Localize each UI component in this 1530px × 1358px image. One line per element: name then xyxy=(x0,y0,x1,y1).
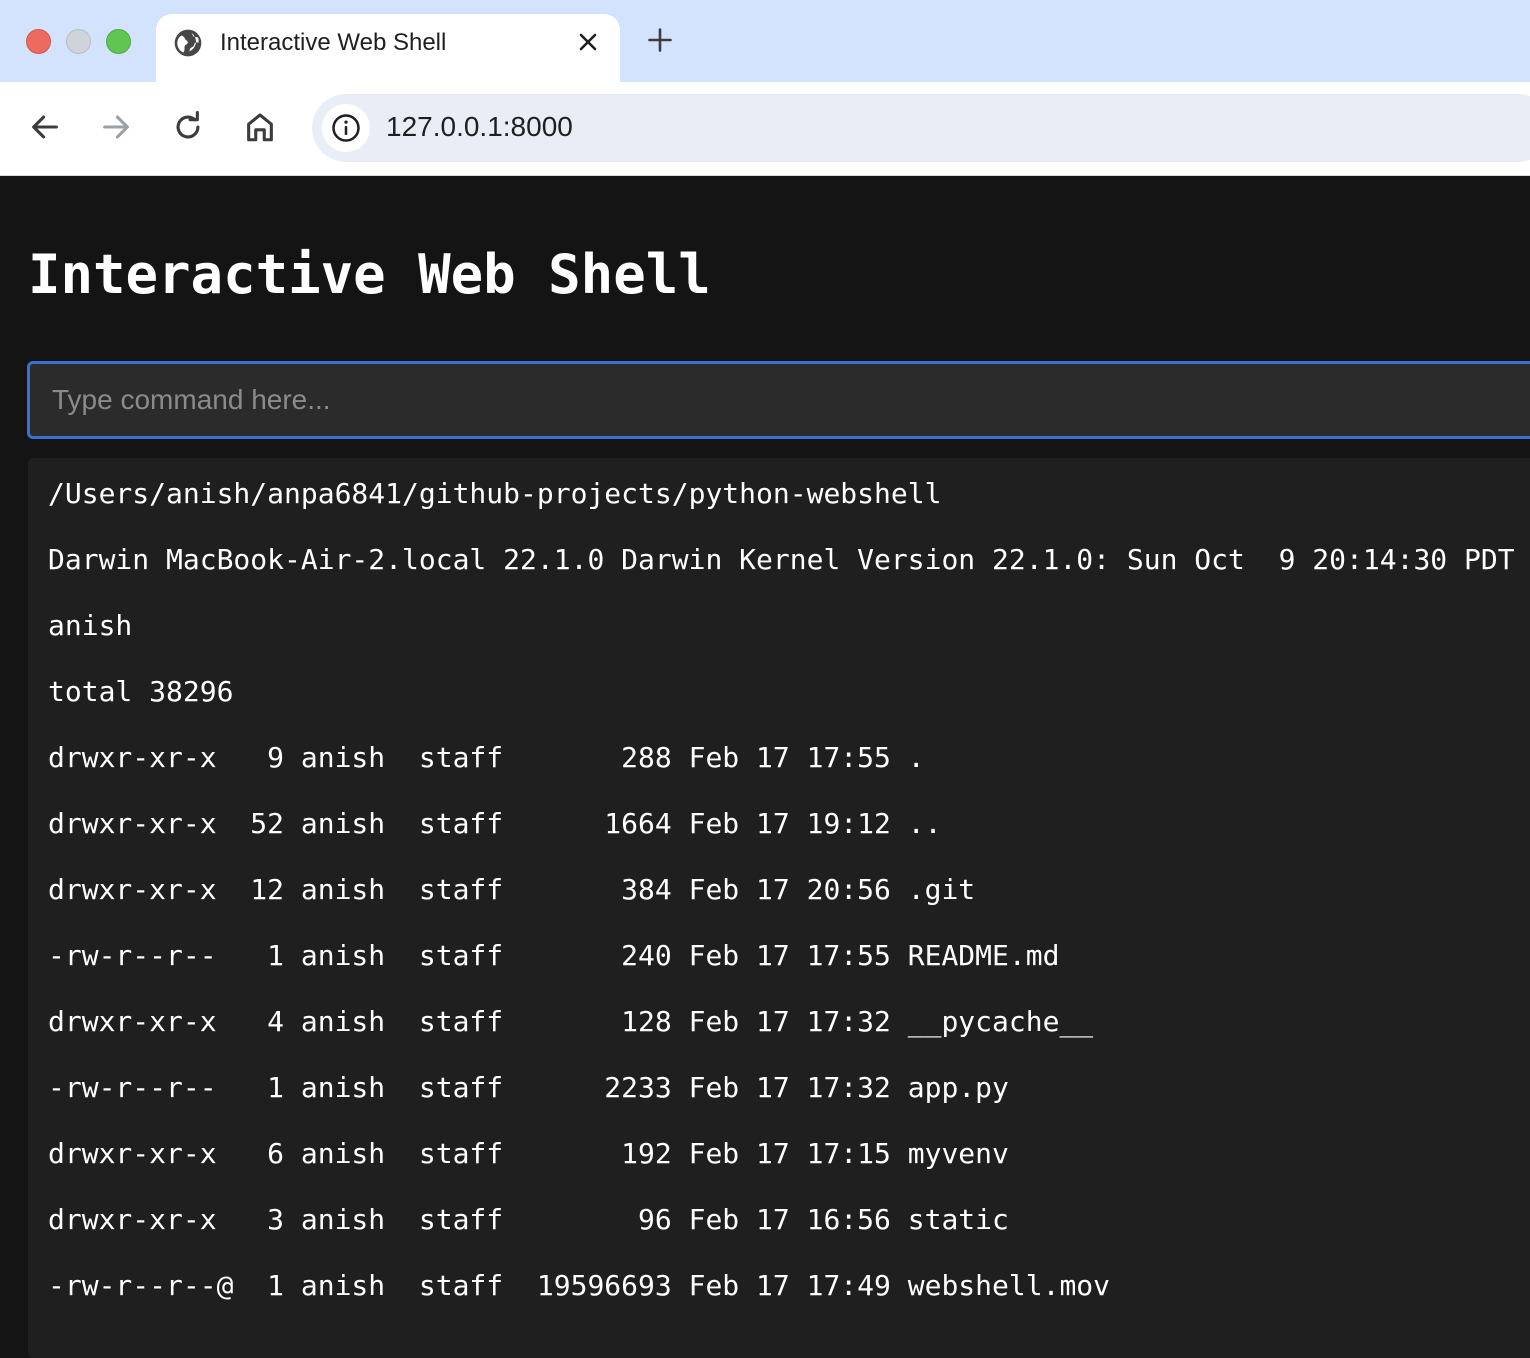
output-line: drwxr-xr-x 4 anish staff 128 Feb 17 17:3… xyxy=(48,1005,1094,1038)
new-tab-icon[interactable] xyxy=(646,26,674,54)
output-line: Darwin MacBook-Air-2.local 22.1.0 Darwin… xyxy=(48,543,1515,576)
globe-icon xyxy=(174,29,202,57)
output-line: -rw-r--r-- 1 anish staff 240 Feb 17 17:5… xyxy=(48,939,1060,972)
tab-strip: Interactive Web Shell xyxy=(0,0,1530,84)
output-line: anish xyxy=(48,609,133,642)
close-icon[interactable] xyxy=(576,30,600,54)
reload-icon[interactable] xyxy=(171,110,205,144)
site-info-button[interactable] xyxy=(322,104,370,152)
web-shell-page: Interactive Web Shell /Users/anish/anpa6… xyxy=(0,177,1530,1358)
window-zoom-button[interactable] xyxy=(106,29,131,54)
back-arrow-icon[interactable] xyxy=(28,110,62,144)
output-line: /Users/anish/anpa6841/github-projects/py… xyxy=(48,477,942,510)
output-line: drwxr-xr-x 12 anish staff 384 Feb 17 20:… xyxy=(48,873,976,906)
output-line: drwxr-xr-x 6 anish staff 192 Feb 17 17:1… xyxy=(48,1137,1009,1170)
browser-tab[interactable]: Interactive Web Shell xyxy=(156,14,620,84)
output-line: total 38296 xyxy=(48,675,234,708)
info-icon xyxy=(332,114,360,142)
window-close-button[interactable] xyxy=(26,29,51,54)
output-line: drwxr-xr-x 9 anish staff 288 Feb 17 17:5… xyxy=(48,741,925,774)
output-line: -rw-r--r--@ 1 anish staff 19596693 Feb 1… xyxy=(48,1269,1111,1302)
window-minimize-button[interactable] xyxy=(66,29,91,54)
url-text: 127.0.0.1:8000 xyxy=(386,111,573,142)
page-title: Interactive Web Shell xyxy=(28,243,711,306)
output-line: -rw-r--r-- 1 anish staff 2233 Feb 17 17:… xyxy=(48,1071,1009,1104)
browser-toolbar: 127.0.0.1:8000 xyxy=(0,82,1530,176)
tab-title: Interactive Web Shell xyxy=(220,29,447,56)
output-line: drwxr-xr-x 3 anish staff 96 Feb 17 16:56… xyxy=(48,1203,1009,1236)
command-input[interactable] xyxy=(27,361,1530,439)
output-line: drwxr-xr-x 52 anish staff 1664 Feb 17 19… xyxy=(48,807,942,840)
address-bar[interactable]: 127.0.0.1:8000 xyxy=(312,94,1530,162)
forward-arrow-icon[interactable] xyxy=(99,110,133,144)
home-icon[interactable] xyxy=(243,110,277,144)
command-output: /Users/anish/anpa6841/github-projects/py… xyxy=(28,458,1530,1358)
